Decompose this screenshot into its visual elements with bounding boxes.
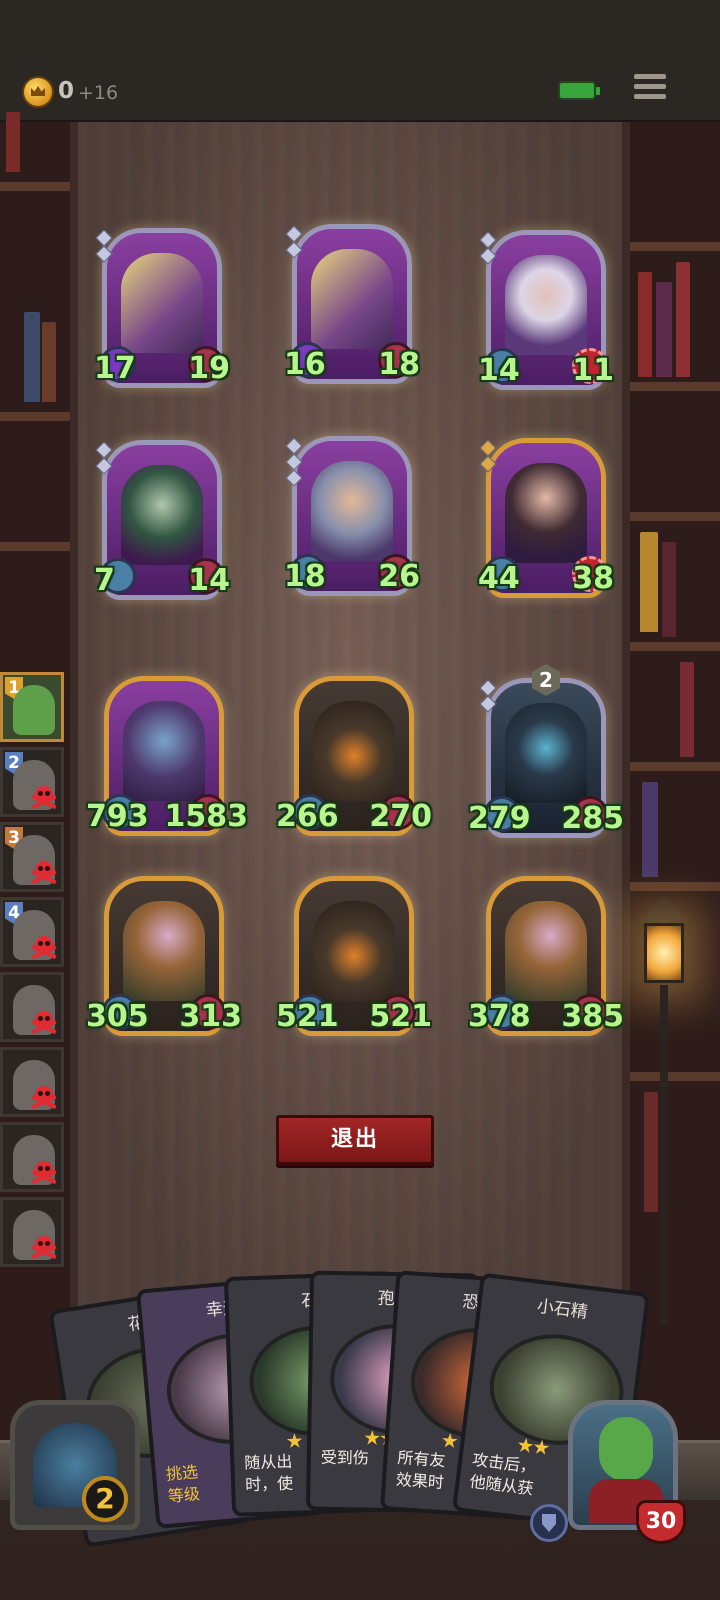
- player-unit[interactable]: 16 18: [284, 224, 420, 384]
- opponent-item[interactable]: 3: [0, 822, 64, 892]
- shield-icon[interactable]: [530, 1504, 568, 1542]
- player-unit[interactable]: 14 11: [478, 230, 614, 390]
- opponent-item[interactable]: 1: [0, 672, 64, 742]
- enemy-unit[interactable]: 2 279 285: [468, 664, 624, 838]
- card-title: 小石精: [535, 1296, 589, 1323]
- skull-icon: [31, 786, 57, 810]
- menu-icon[interactable]: [634, 74, 666, 106]
- opponent-item[interactable]: [0, 972, 64, 1042]
- unit-health: 38: [572, 561, 614, 596]
- enemy-unit[interactable]: 305 313: [86, 876, 242, 1036]
- mushroom-spider-portrait: [123, 701, 205, 801]
- gold-income: +16: [78, 82, 119, 104]
- unit-health: 11: [572, 353, 614, 388]
- cross-shield-bandit-portrait: [121, 253, 203, 353]
- unit-attack: 305: [86, 999, 149, 1034]
- old-dwarf-portrait: [505, 255, 587, 355]
- battery-icon: [558, 81, 600, 100]
- unit-attack: 44: [478, 561, 520, 596]
- enemy-unit[interactable]: 378 385: [468, 876, 624, 1036]
- cross-shield-bandit-portrait: [311, 249, 393, 349]
- opponent-item[interactable]: 4: [0, 897, 64, 967]
- unit-attack: 378: [468, 999, 531, 1034]
- unit-health: 26: [378, 559, 420, 594]
- unit-health: 1583: [164, 799, 249, 834]
- unit-health: 521: [369, 999, 432, 1034]
- right-bookshelf: [628, 122, 720, 1442]
- unit-attack: 7: [94, 563, 115, 598]
- hero-health: 30: [636, 1500, 686, 1544]
- flower-witch-portrait: [505, 901, 587, 1001]
- unit-attack: 14: [478, 353, 520, 388]
- unit-attack: 18: [284, 559, 326, 594]
- unit-attack: 266: [276, 799, 339, 834]
- player-unit[interactable]: 17 19: [94, 228, 230, 388]
- flower-witch-portrait: [123, 901, 205, 1001]
- horned-elf-portrait: [121, 465, 203, 565]
- player-unit[interactable]: 7 14: [94, 440, 230, 600]
- skull-icon: [31, 1086, 57, 1110]
- gold-amount: 0: [58, 78, 75, 104]
- unit-health: 285: [561, 801, 624, 836]
- gold-coin-icon: [22, 76, 54, 108]
- skull-icon: [31, 861, 57, 885]
- enemy-unit[interactable]: 521 521: [276, 876, 432, 1036]
- opponent-item[interactable]: [0, 1047, 64, 1117]
- opponent-item[interactable]: [0, 1122, 64, 1192]
- opponent-list: 1 2 3 4: [0, 672, 66, 1272]
- exit-button[interactable]: 退出: [276, 1115, 434, 1165]
- skull-icon: [31, 1011, 57, 1035]
- game-screen: 0 +16 17 19 16 18 14 11 7 14 18 26 44 38…: [0, 0, 720, 1600]
- enemy-unit[interactable]: 793 1583: [86, 676, 248, 836]
- spore-creature-portrait: [505, 703, 587, 803]
- unit-health: 18: [378, 347, 420, 382]
- unit-health: 270: [369, 799, 432, 834]
- player-unit[interactable]: 18 26: [284, 436, 420, 596]
- card-stars: ★: [285, 1428, 302, 1453]
- skull-icon: [31, 1236, 57, 1260]
- opponent-item[interactable]: [0, 1197, 64, 1267]
- unit-attack: 793: [86, 799, 149, 834]
- tavern-tier: 2: [82, 1476, 128, 1522]
- unit-attack: 521: [276, 999, 339, 1034]
- unit-attack: 17: [94, 351, 136, 386]
- unit-health: 313: [179, 999, 242, 1034]
- unit-health: 385: [561, 999, 624, 1034]
- evil-tree-portrait: [313, 901, 395, 1001]
- player-unit[interactable]: 44 38: [478, 438, 614, 598]
- unit-health: 19: [188, 351, 230, 386]
- unit-attack: 279: [468, 801, 531, 836]
- evil-tree-portrait: [313, 701, 395, 801]
- skull-icon: [31, 1161, 57, 1185]
- opponent-avatar: [13, 685, 55, 735]
- opponent-item[interactable]: 2: [0, 747, 64, 817]
- skull-icon: [31, 936, 57, 960]
- top-bar: 0 +16: [0, 0, 720, 122]
- lamp-decoration: [624, 895, 704, 1325]
- unit-health: 14: [188, 563, 230, 598]
- unit-attack: 16: [284, 347, 326, 382]
- enemy-unit[interactable]: 266 270: [276, 676, 432, 836]
- knight-portrait: [311, 461, 393, 561]
- mustache-gentleman-portrait: [505, 463, 587, 563]
